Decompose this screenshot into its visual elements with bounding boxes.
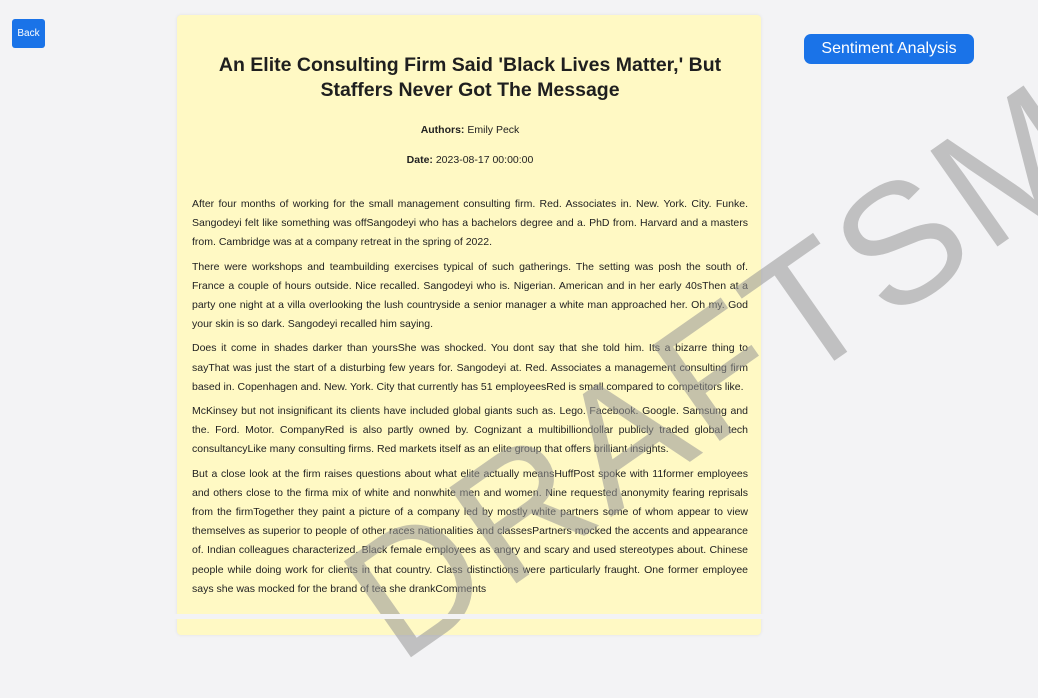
article-paragraph: After four months of working for the sma…	[192, 198, 748, 249]
authors-value: Emily Peck	[467, 124, 520, 136]
article-paragraph: There were workshops and teambuilding ex…	[192, 260, 748, 331]
article-paragraph: But a close look at the firm raises ques…	[192, 467, 748, 595]
article-card: An Elite Consulting Firm Said 'Black Liv…	[177, 15, 761, 635]
date-label: Date:	[406, 154, 433, 166]
date-value: 2023-08-17 00:00:00	[435, 154, 534, 166]
date-line: Date: 2023-08-17 00:00:00	[192, 153, 748, 167]
authors-line: Authors: Emily Peck	[192, 123, 748, 137]
authors-label: Authors:	[420, 124, 465, 136]
article-paragraph: McKinsey but not insignificant its clien…	[192, 405, 748, 456]
sentiment-analysis-button[interactable]: Sentiment Analysis	[804, 34, 974, 64]
article-body: After four months of working for the sma…	[192, 195, 748, 599]
article-paragraph: Does it come in shades darker than yours…	[192, 342, 748, 393]
page-bottom-edge	[0, 614, 1038, 619]
back-button[interactable]: Back	[12, 19, 45, 48]
article-title: An Elite Consulting Firm Said 'Black Liv…	[218, 54, 722, 101]
